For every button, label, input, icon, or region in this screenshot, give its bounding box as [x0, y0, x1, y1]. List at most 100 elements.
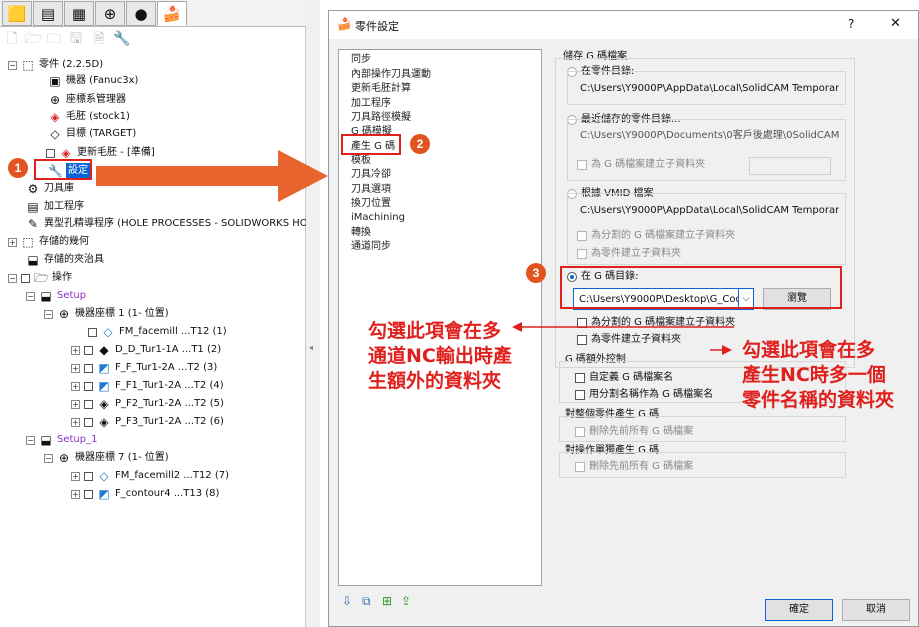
collapse-icon[interactable]: − [44, 453, 53, 463]
part-tab-icon[interactable]: 🟨 [2, 1, 32, 26]
split-name-checkbox[interactable] [575, 390, 585, 400]
tree-item-process[interactable]: ▤ 加工程序 [26, 199, 84, 215]
list-tab-icon[interactable]: ▤ [33, 1, 63, 26]
expand-icon[interactable]: + [71, 399, 80, 409]
tree-item-target[interactable]: ◇ 目標 (TARGET) [48, 126, 136, 142]
tree-op-row[interactable]: + ◈ P_F2_Tur1-2A ...T2 (5) [71, 396, 224, 412]
target-icon: ◇ [50, 127, 60, 141]
add-icon[interactable]: ⊞ [382, 594, 392, 608]
tab-strip: 🟨 ▤ ▦ ⊕ ● 🍰 [0, 0, 306, 27]
collapse-icon[interactable]: − [44, 309, 53, 319]
tree-item-operations[interactable]: − 🗁 操作 [8, 270, 72, 286]
category-tool-change-position[interactable]: 換刀位置 [351, 197, 391, 211]
note-right-line-2: 產生NC時多一個 [742, 364, 886, 386]
op-checkbox[interactable] [84, 363, 93, 373]
drill-icon: ◆ [99, 343, 109, 357]
tree-item-stored-geometry[interactable]: + ⬚ 存儲的幾何 [8, 234, 89, 250]
hole-wizard-icon: ✎ [27, 217, 39, 231]
tree-item-stock[interactable]: ◈ 毛胚 (stock1) [48, 109, 130, 125]
color-tab-icon[interactable]: ● [126, 1, 156, 26]
op-checkbox[interactable] [88, 327, 97, 337]
vmid-part-checkbox[interactable] [577, 249, 587, 259]
pocket-icon: ◈ [99, 397, 109, 411]
collapse-icon[interactable]: − [26, 291, 35, 301]
import-icon[interactable]: ⇩ [342, 594, 352, 608]
delete-whole-checkbox[interactable] [575, 427, 585, 437]
op-checkbox[interactable] [84, 471, 93, 481]
panel-splitter[interactable] [306, 0, 320, 627]
collapse-icon[interactable]: − [26, 435, 35, 445]
category-stock-update[interactable]: 更新毛胚計算 [351, 82, 411, 96]
solidcam-tab-icon[interactable]: 🍰 [157, 1, 187, 26]
tree-item-stored-fixtures[interactable]: ⬓ 存儲的夾治具 [26, 252, 104, 268]
op-checkbox[interactable] [84, 345, 93, 355]
tree-item-setup-1[interactable]: − ⬓ Setup_1 [26, 432, 97, 448]
config-tab-icon[interactable]: ▦ [64, 1, 94, 26]
op-checkbox[interactable] [84, 489, 93, 499]
collapse-icon[interactable]: − [8, 273, 17, 283]
op-checkbox[interactable] [84, 417, 93, 427]
copy-icon[interactable]: ⧉ [362, 594, 371, 609]
category-internal-tool-motion[interactable]: 內部操作刀具運動 [351, 68, 431, 82]
machine-icon: ▣ [49, 74, 61, 88]
category-transform[interactable]: 轉換 [351, 226, 371, 240]
open-icon[interactable]: 🗁 [25, 31, 42, 47]
export-icon[interactable]: ⇪ [401, 594, 411, 608]
update-stock-checkbox[interactable] [46, 148, 55, 158]
close-icon[interactable]: ✕ [890, 16, 901, 31]
category-channel-sync[interactable]: 通道同步 [351, 240, 391, 254]
tree-item-machine-coord-7[interactable]: − ⊕ 機器座標 7 (1- 位置) [44, 450, 169, 466]
tree-op-row[interactable]: + ◆ D_D_Tur1-1A ...T1 (2) [71, 342, 221, 358]
expand-icon[interactable]: + [71, 489, 80, 499]
tree-toolbar: 🗋 🗁 🗀 🖫 🗎 🔧 [0, 28, 306, 50]
category-tool-options[interactable]: 刀具選項 [351, 183, 391, 197]
vmid-split-checkbox[interactable] [577, 231, 587, 241]
tree-item-part[interactable]: − ⬚ 零件 (2.2.5D) [8, 57, 103, 73]
tree-item-hole-wizard[interactable]: ✎ 異型孔精導程序 (HOLE PROCESSES - SOLIDWORKS H… [26, 216, 320, 232]
splitter-grip-icon[interactable]: ◂ [309, 343, 316, 352]
folder-icon[interactable]: 🗀 [46, 31, 62, 47]
expand-icon[interactable]: + [71, 381, 80, 391]
cancel-button[interactable]: 取消 [842, 599, 910, 621]
op-checkbox[interactable] [84, 381, 93, 391]
tree-op-row[interactable]: + ◇ FM_facemill2 ...T12 (7) [71, 468, 229, 484]
tree-item-machine-coord-1[interactable]: − ⊕ 機器座標 1 (1- 位置) [44, 306, 169, 322]
tree-item-setup[interactable]: − ⬓ Setup [26, 288, 86, 304]
category-toolpath-sim[interactable]: 刀具路徑模擬 [351, 111, 411, 125]
expand-icon[interactable]: + [71, 417, 80, 427]
new-icon[interactable]: 🗋 [4, 31, 20, 47]
document-icon[interactable]: 🗎 [91, 31, 107, 47]
expand-icon[interactable]: + [71, 363, 80, 373]
ok-button[interactable]: 確定 [765, 599, 833, 621]
tree-op-row[interactable]: + ◩ F_F_Tur1-2A ...T2 (3) [71, 360, 217, 376]
part-subfolder-checkbox[interactable] [577, 160, 587, 170]
tree-item-coord-manager[interactable]: ⊕ 座標系管理器 [48, 92, 126, 108]
category-process[interactable]: 加工程序 [351, 97, 391, 111]
tree-op-row[interactable]: + ◩ F_F1_Tur1-2A ...T2 (4) [71, 378, 224, 394]
tree-op-row[interactable]: ◇ FM_facemill ...T12 (1) [88, 324, 227, 340]
tree-item-machine[interactable]: ▣ 機器 (Fanuc3x) [48, 73, 138, 89]
custom-name-checkbox[interactable] [575, 373, 585, 383]
tree-op-row[interactable]: + ◈ P_F3_Tur1-2A ...T2 (6) [71, 414, 224, 430]
coordinate-icon: ⊕ [49, 93, 61, 107]
crosshair-tab-icon[interactable]: ⊕ [95, 1, 125, 26]
op-checkbox[interactable] [84, 399, 93, 409]
expand-icon[interactable]: + [71, 345, 80, 355]
recent-dir-browse-button[interactable] [749, 157, 831, 175]
tree-op-row[interactable]: + ◩ F_contour4 ...T13 (8) [71, 486, 219, 502]
note-left-line-3: 生額外的資料夾 [368, 370, 502, 392]
category-tool-coolant[interactable]: 刀具冷卻 [351, 168, 391, 182]
help-icon[interactable]: ? [848, 17, 854, 31]
vmid-part-label: 為零件建立子資料夾 [591, 248, 681, 259]
save-icon[interactable]: 🖫 [68, 31, 84, 47]
tree-item-tool-library[interactable]: ⚙ 刀具庫 [26, 181, 74, 197]
category-imachining[interactable]: iMachining [351, 211, 405, 225]
collapse-icon[interactable]: − [8, 60, 17, 70]
category-template[interactable]: 模板 [351, 154, 371, 168]
delete-single-checkbox[interactable] [575, 462, 585, 472]
expand-icon[interactable]: + [8, 237, 17, 247]
wrench-icon[interactable]: 🔧 [113, 31, 130, 47]
operations-checkbox[interactable] [21, 273, 30, 283]
expand-icon[interactable]: + [71, 471, 80, 481]
category-sync[interactable]: 同步 [351, 53, 371, 67]
